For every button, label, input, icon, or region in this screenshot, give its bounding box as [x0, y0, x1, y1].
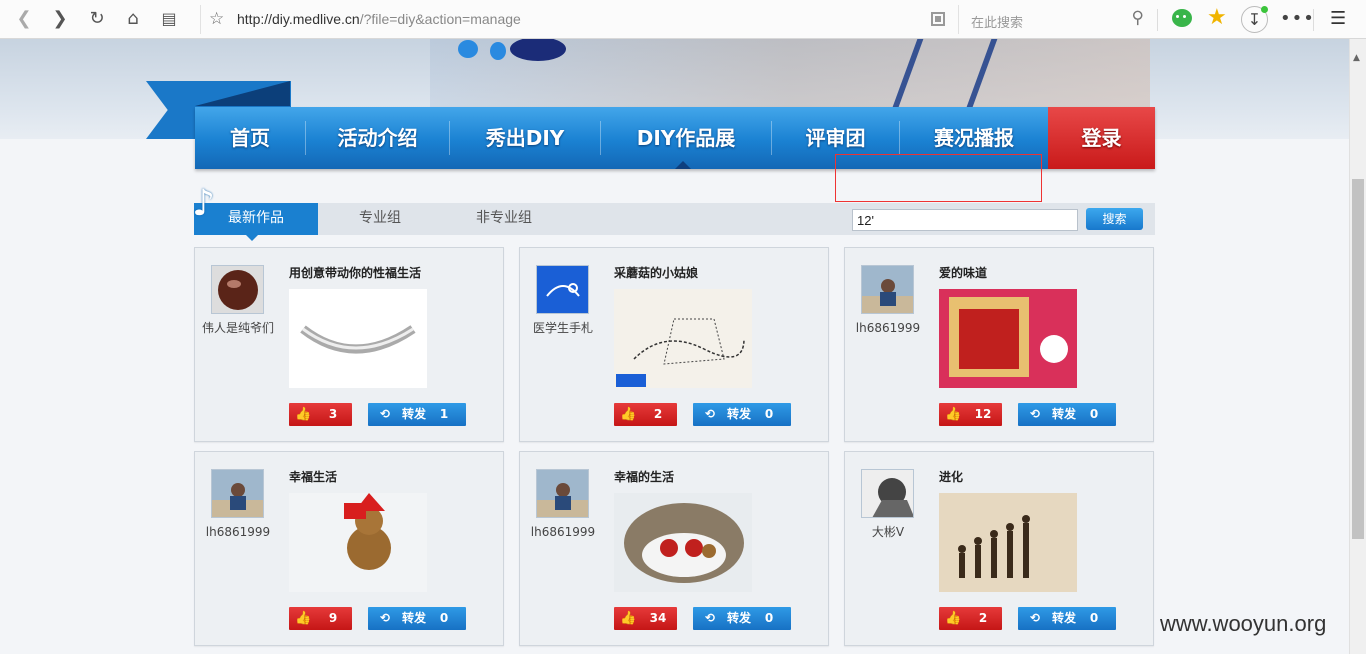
author-name[interactable]: lh6861999	[202, 525, 274, 539]
like-button[interactable]: 👍 3	[289, 403, 352, 426]
like-button[interactable]: 👍 34	[614, 607, 677, 630]
work-card: 医学生手札 采蘑菇的小姑娘 👍 2 ⟲ 转发 0	[519, 247, 829, 442]
share-arrow-icon: ⟲	[380, 611, 391, 625]
thumbs-up-icon: 👍	[620, 611, 637, 626]
browser-search-box[interactable]: 在此搜索 ⚲	[958, 5, 1150, 34]
work-title[interactable]: 幸福的生活	[614, 468, 674, 485]
wechat-icon[interactable]	[1172, 9, 1192, 27]
home-icon[interactable]: ⌂	[121, 7, 145, 31]
like-button[interactable]: 👍 2	[614, 403, 677, 426]
browser-toolbar: ❮ ❯ ↻ ⌂ ▤ ☆ http://diy.medlive.cn/?file=…	[0, 0, 1366, 39]
avatar[interactable]	[211, 265, 264, 314]
like-button[interactable]: 👍 12	[939, 403, 1002, 426]
author-name[interactable]: 医学生手札	[527, 321, 599, 335]
music-note-icon: ♪	[192, 183, 215, 224]
author-name[interactable]: 伟人是纯爷们	[202, 321, 274, 335]
tab-latest[interactable]: ♪ 最新作品	[192, 186, 318, 241]
author-name[interactable]: lh6861999	[527, 525, 599, 539]
thumbs-up-icon: 👍	[295, 407, 312, 422]
toolbar-divider	[1157, 9, 1158, 31]
nav-item-about[interactable]: 活动介绍	[306, 107, 449, 169]
share-button[interactable]: ⟲ 转发 0	[1018, 607, 1116, 630]
work-card: lh6861999 爱的味道 👍 12 ⟲ 转发 0	[844, 247, 1154, 442]
toolbar-divider	[1313, 9, 1314, 31]
tab-latest-label: 最新作品	[228, 210, 284, 226]
reader-icon[interactable]: ▤	[157, 7, 181, 31]
work-title[interactable]: 进化	[939, 468, 963, 485]
thumbs-up-icon: 👍	[945, 611, 962, 626]
nav-item-home[interactable]: 首页	[195, 107, 305, 169]
search-input[interactable]	[852, 209, 1078, 231]
nav-item-diy-gallery[interactable]: DIY作品展	[601, 107, 771, 169]
avatar[interactable]	[861, 469, 914, 518]
like-button[interactable]: 👍 9	[289, 607, 352, 630]
highlight-box	[835, 154, 1042, 202]
login-button[interactable]: 登录	[1048, 107, 1155, 169]
work-thumbnail[interactable]	[939, 493, 1077, 592]
work-card: 伟人是纯爷们 用创意带动你的性福生活 👍 3 ⟲ 转发 1	[194, 247, 504, 442]
author-name[interactable]: 大彬V	[852, 525, 924, 539]
work-title[interactable]: 幸福生活	[289, 468, 337, 485]
back-icon[interactable]: ❮	[12, 7, 36, 31]
work-card: lh6861999 幸福的生活 👍 34 ⟲ 转发 0	[519, 451, 829, 646]
search-icon[interactable]: ⚲	[1132, 8, 1144, 28]
thumbs-up-icon: 👍	[620, 407, 637, 422]
avatar[interactable]	[536, 265, 589, 314]
share-arrow-icon: ⟲	[1030, 407, 1041, 421]
share-arrow-icon: ⟲	[1030, 611, 1041, 625]
work-title[interactable]: 用创意带动你的性福生活	[289, 264, 421, 281]
work-card: lh6861999 幸福生活 👍 9 ⟲ 转发 0	[194, 451, 504, 646]
bookmark-star-icon[interactable]: ☆	[209, 9, 224, 29]
work-thumbnail[interactable]	[614, 493, 752, 592]
forward-icon[interactable]: ❯	[48, 7, 72, 31]
vertical-scrollbar[interactable]: ▲	[1349, 39, 1366, 654]
work-thumbnail[interactable]	[939, 289, 1077, 388]
share-button[interactable]: ⟲ 转发 0	[368, 607, 466, 630]
work-thumbnail[interactable]	[614, 289, 752, 388]
share-button[interactable]: ⟲ 转发 0	[693, 403, 791, 426]
share-button[interactable]: ⟲ 转发 0	[693, 607, 791, 630]
share-arrow-icon: ⟲	[705, 407, 716, 421]
search-button[interactable]: 搜索	[1086, 208, 1143, 230]
avatar[interactable]	[861, 265, 914, 314]
work-thumbnail[interactable]	[289, 493, 427, 592]
scroll-thumb[interactable]	[1352, 179, 1364, 539]
share-arrow-icon: ⟲	[380, 407, 391, 421]
work-title[interactable]: 爱的味道	[939, 264, 987, 281]
scroll-up-icon[interactable]: ▲	[1353, 53, 1360, 63]
banner-logo	[458, 39, 566, 61]
avatar[interactable]	[211, 469, 264, 518]
more-icon[interactable]: •••	[1280, 8, 1315, 29]
work-card: 大彬V 进化 👍 2 ⟲ 转发 0	[844, 451, 1154, 646]
watermark: www.wooyun.org	[1160, 611, 1327, 636]
tab-professional[interactable]: 专业组	[359, 203, 401, 235]
download-icon[interactable]: ↧	[1241, 6, 1268, 33]
author-name[interactable]: lh6861999	[852, 321, 924, 335]
share-arrow-icon: ⟲	[705, 611, 716, 625]
qr-code-icon[interactable]	[931, 12, 945, 26]
nav-item-show-diy[interactable]: 秀出DIY	[450, 107, 600, 169]
nav-active-caret	[675, 161, 691, 169]
thumbs-up-icon: 👍	[295, 611, 312, 626]
reload-icon[interactable]: ↻	[85, 7, 109, 31]
browser-search-placeholder: 在此搜索	[971, 16, 1024, 31]
thumbs-up-icon: 👍	[945, 407, 962, 422]
tab-non-professional[interactable]: 非专业组	[476, 203, 532, 235]
share-button[interactable]: ⟲ 转发 0	[1018, 403, 1116, 426]
work-title[interactable]: 采蘑菇的小姑娘	[614, 264, 698, 281]
url-text[interactable]: http://diy.medlive.cn/?file=diy&action=m…	[237, 11, 521, 27]
share-button[interactable]: ⟲ 转发 1	[368, 403, 466, 426]
work-thumbnail[interactable]	[289, 289, 427, 388]
works-tabs: ♪ 最新作品 专业组 非专业组 搜索	[192, 186, 1155, 241]
menu-icon[interactable]: ☰	[1330, 8, 1346, 29]
like-button[interactable]: 👍 2	[939, 607, 1002, 630]
address-bar[interactable]: ☆ http://diy.medlive.cn/?file=diy&action…	[200, 5, 955, 34]
favorites-star-icon[interactable]: ★	[1207, 5, 1227, 30]
avatar[interactable]	[536, 469, 589, 518]
